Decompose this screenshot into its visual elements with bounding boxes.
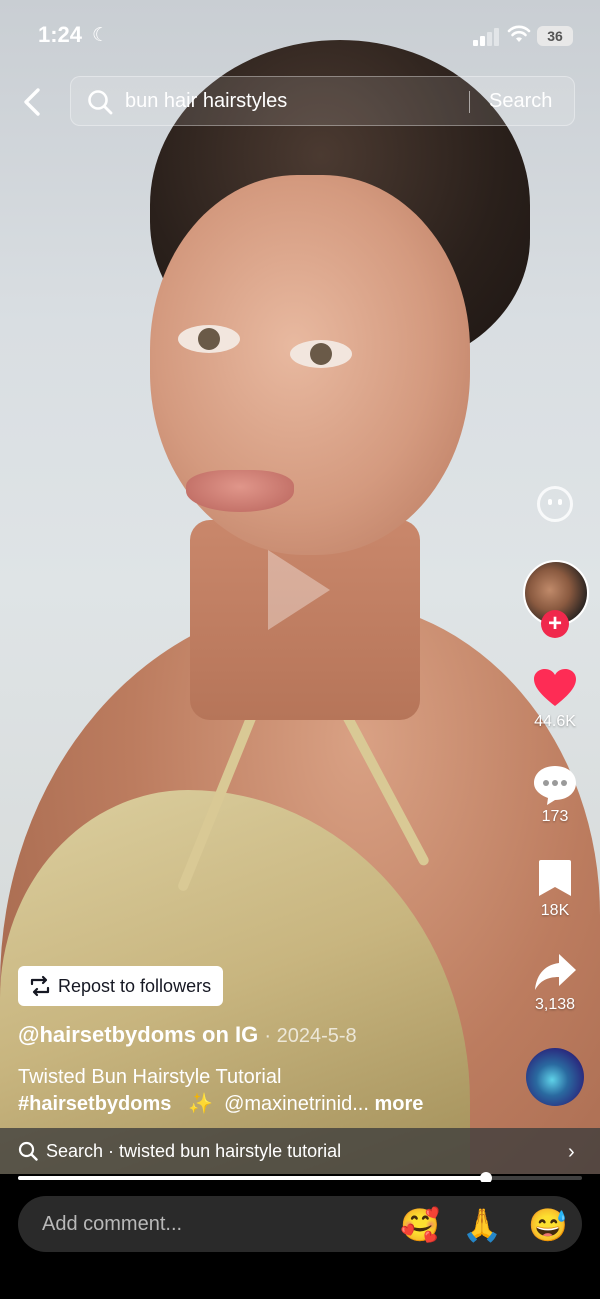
caption-title: Twisted Bun Hairstyle Tutorial [18,1066,282,1088]
caption-tags: #hairsetbydoms ✨ @maxinetrinid... more [18,1091,423,1116]
comment-button[interactable] [520,764,590,811]
search-icon [18,1141,38,1161]
mention-link[interactable]: @maxinetrinid... [224,1093,369,1115]
cellular-signal-icon [473,28,501,46]
chevron-right-icon: › [568,1141,575,1163]
play-icon[interactable] [268,550,330,630]
comment-count: 173 [541,808,569,825]
ai-assistant-icon[interactable] [537,486,573,522]
related-search-prefix: Search [46,1141,104,1161]
hashtag-link[interactable]: #hairsetbydoms [18,1093,171,1115]
wifi-icon [507,25,531,42]
like-count: 44.6K [534,713,576,730]
search-query[interactable]: bun hair hairstyles [125,90,287,113]
music-disc-avatar[interactable] [526,1048,584,1106]
caption-more-button[interactable]: more [374,1093,423,1115]
tiktok-video-screen: 1:24 ☾ 36 bun hair hairstyles Search + 4… [0,0,600,1299]
repost-to-followers-button[interactable]: Repost to followers [18,966,224,1006]
bottom-bar: Add comment... 🥰 🙏 😅 [0,1182,600,1299]
emoji-smiling-hearts[interactable]: 🥰 [400,1206,440,1244]
bookmark-icon [539,860,571,896]
sparkle-emoji: ✨ [188,1093,213,1115]
post-date: 2024-5-8 [276,1025,357,1047]
subject-eye [178,325,240,353]
status-bar: 1:24 ☾ 36 [0,0,600,70]
repost-icon [30,975,50,997]
heart-icon [534,669,576,706]
like-button[interactable] [520,668,590,713]
comment-placeholder: Add comment... [42,1213,183,1235]
subject-lips [186,470,294,512]
author-handle[interactable]: @hairsetbydoms on IG [18,1022,258,1047]
search-icon [88,90,113,115]
battery-indicator: 36 [537,26,573,46]
save-count: 18K [540,902,570,919]
progress-fill [18,1176,486,1180]
add-comment-field[interactable]: Add comment... 🥰 🙏 😅 [18,1196,582,1252]
share-arrow-icon [535,954,576,990]
back-chevron-icon[interactable] [18,84,48,120]
status-time: 1:24 [38,22,83,47]
search-divider [469,91,470,113]
focus-moon-icon: ☾ [92,25,110,46]
video-progress-bar[interactable] [0,1172,600,1184]
share-count: 3,138 [534,996,576,1013]
related-search-text: Search · twisted bun hairstyle tutorial [46,1141,342,1161]
comment-bubble-icon [534,766,576,805]
follow-plus-button[interactable]: + [541,610,569,638]
related-search-query: twisted bun hairstyle tutorial [119,1141,342,1161]
related-search-bar[interactable]: Search · twisted bun hairstyle tutorial … [0,1128,600,1174]
subject-eye [290,340,352,368]
emoji-folded-hands[interactable]: 🙏 [462,1206,502,1244]
post-author[interactable]: @hairsetbydoms on IG · 2024-5-8 [18,1022,357,1048]
search-button[interactable]: Search [489,90,552,113]
save-button[interactable] [520,858,590,903]
search-bar[interactable]: bun hair hairstyles Search [70,76,575,126]
share-button[interactable] [520,952,590,997]
repost-label: Repost to followers [58,975,212,996]
post-date-separator: · [264,1025,277,1047]
emoji-sweat-smile[interactable]: 😅 [528,1206,568,1244]
